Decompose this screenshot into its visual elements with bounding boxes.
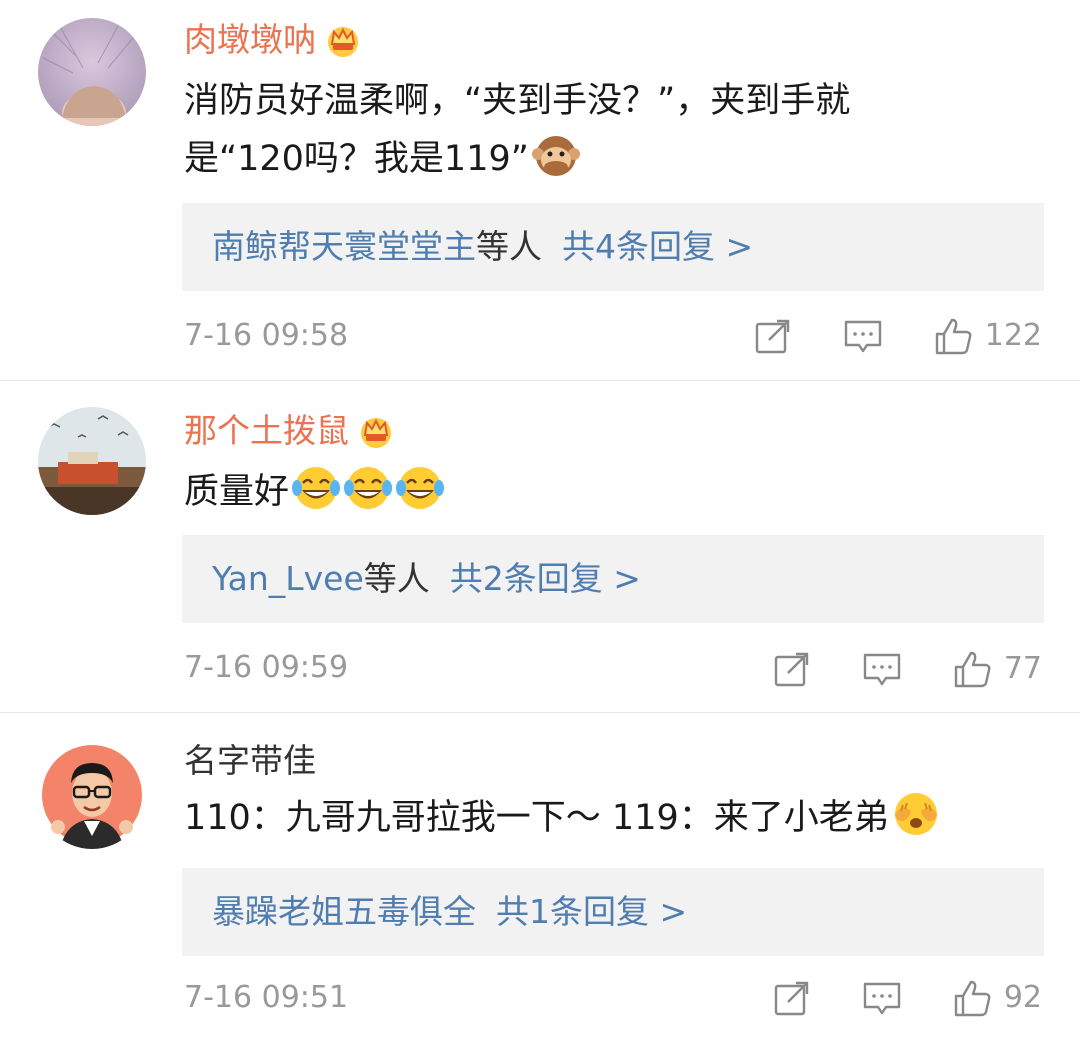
cover-face-emoji-icon — [891, 789, 941, 839]
comment-actions: 77 — [772, 647, 1042, 691]
comment-icon[interactable] — [862, 649, 902, 689]
username-text[interactable]: 名字带佳 — [184, 741, 316, 781]
reply-names[interactable]: 南鲸帮天寰堂堂主 — [212, 227, 476, 266]
thumbs-up-icon[interactable] — [933, 316, 973, 356]
comment-icon[interactable] — [862, 978, 902, 1018]
username-text[interactable]: 那个土拨鼠 — [184, 411, 349, 451]
reply-summary[interactable]: 暴躁老姐五毒俱全 共1条回复 > — [182, 868, 1044, 956]
like-count: 77 — [1003, 651, 1042, 686]
avatar[interactable] — [38, 407, 146, 515]
reply-others-label: 等人 — [476, 227, 542, 266]
reply-names[interactable]: 暴躁老姐五毒俱全 — [212, 892, 476, 931]
like-button[interactable]: 92 — [952, 978, 1042, 1018]
comment-item: 肉墩墩呐 消防员好温柔啊，“夹到手没？”，夹到手就 是“120吗？我是119” … — [0, 0, 1080, 380]
thumbs-up-icon[interactable] — [952, 978, 992, 1018]
username-text[interactable]: 肉墩墩呐 — [184, 20, 316, 60]
timestamp: 7-16 09:51 — [184, 980, 349, 1015]
comment-actions: 122 — [753, 314, 1042, 358]
reply-count-link[interactable]: 共2条回复 > — [450, 559, 641, 598]
reply-count-link[interactable]: 共1条回复 > — [496, 892, 687, 931]
laugh-cry-emoji-icon — [291, 463, 341, 513]
comment-text: 质量好 — [184, 463, 964, 521]
comment-text-line: 消防员好温柔啊，“夹到手没？”，夹到手就 — [184, 81, 851, 121]
avatar[interactable] — [38, 18, 146, 126]
reply-summary[interactable]: Yan_Lvee等人 共2条回复 > — [182, 535, 1044, 623]
crown-icon — [357, 413, 395, 449]
comment-text: 消防员好温柔啊，“夹到手没？”，夹到手就 是“120吗？我是119” — [184, 72, 964, 188]
reply-summary[interactable]: 南鲸帮天寰堂堂主等人 共4条回复 > — [182, 203, 1044, 291]
share-icon[interactable] — [753, 316, 793, 356]
comment-item: 那个土拨鼠 质量好 Yan_Lvee等人 共2条回复 > 7-16 09:59 7… — [0, 380, 1080, 712]
crown-icon — [324, 22, 362, 58]
comment-item: 名字带佳 110：九哥九哥拉我一下～ 119：来了小老弟 暴躁老姐五毒俱全 共1条… — [0, 712, 1080, 1037]
timestamp: 7-16 09:59 — [184, 650, 349, 685]
like-count: 122 — [984, 318, 1042, 353]
monkey-emoji-icon — [531, 130, 581, 180]
avatar[interactable] — [38, 741, 146, 849]
like-count: 92 — [1003, 980, 1042, 1015]
timestamp: 7-16 09:58 — [184, 318, 349, 353]
comment-text: 110：九哥九哥拉我一下～ 119：来了小老弟 — [184, 789, 964, 847]
thumbs-up-icon[interactable] — [952, 649, 992, 689]
comment-text-line: 110：九哥九哥拉我一下～ 119：来了小老弟 — [184, 798, 889, 838]
share-icon[interactable] — [772, 649, 812, 689]
username[interactable]: 名字带佳 — [184, 741, 316, 781]
reply-others-label: 等人 — [363, 559, 430, 598]
reply-count-link[interactable]: 共4条回复 > — [562, 227, 753, 266]
comment-actions: 92 — [772, 976, 1042, 1020]
comment-text-line: 质量好 — [184, 472, 290, 512]
username[interactable]: 那个土拨鼠 — [184, 411, 395, 451]
comment-text-line: 是“120吗？我是119” — [184, 139, 529, 179]
like-button[interactable]: 77 — [952, 649, 1042, 689]
laugh-cry-emoji-icon — [395, 463, 445, 513]
share-icon[interactable] — [772, 978, 812, 1018]
reply-names[interactable]: Yan_Lvee — [212, 559, 364, 598]
comment-icon[interactable] — [843, 316, 883, 356]
laugh-cry-emoji-icon — [343, 463, 393, 513]
username[interactable]: 肉墩墩呐 — [184, 20, 362, 60]
like-button[interactable]: 122 — [933, 316, 1042, 356]
